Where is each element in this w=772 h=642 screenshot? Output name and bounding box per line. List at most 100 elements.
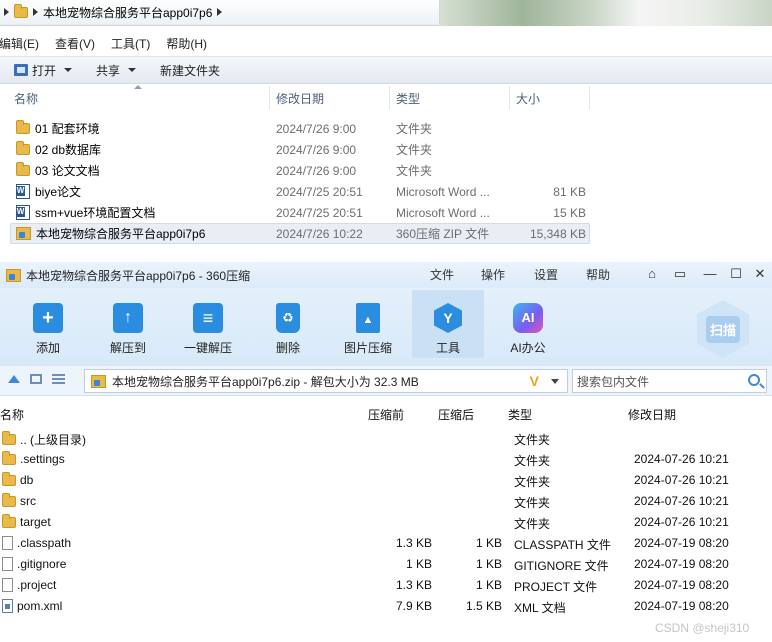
zip-entry-row[interactable]: .settings 文件夹 2024-07-26 10:21 [0,449,772,470]
minimize-icon[interactable]: — [703,267,717,281]
file-type: Microsoft Word ... [396,184,490,199]
scan-button[interactable]: 扫描 [697,300,749,358]
image-compress-button[interactable]: 图片压缩 [332,290,404,358]
file-row[interactable]: 01 配套环境 2024/7/26 9:00 文件夹 [10,118,590,139]
zip-menu-settings[interactable]: 设置 [534,266,558,283]
scan-label: 扫描 [705,315,740,343]
one-click-extract-button[interactable]: 一键解压 [172,290,244,358]
zip-window: 本地宠物综合服务平台app0i7p6 - 360压缩 文件 操作 设置 帮助 ⌂… [0,262,772,642]
zip-entry-row[interactable]: .gitignore 1 KB 1 KB GITIGNORE 文件 2024-0… [0,554,772,575]
chevron-down-icon [128,68,137,72]
col-size[interactable]: 大小 [510,86,590,110]
file-date: 2024/7/26 9:00 [276,121,357,136]
entry-after: 1 KB [475,557,502,571]
explorer-window: 本地宠物综合服务平台app0i7p6 编辑(E) 查看(V) 工具(T) 帮助(… [0,0,772,262]
entry-type: XML 文档 [514,601,566,615]
feedback-icon[interactable]: ▭ [673,267,687,281]
add-label: 添加 [35,341,60,355]
thumbnail-view-icon[interactable] [30,374,42,384]
menu-tools[interactable]: 工具(T) [111,35,158,52]
zip-entry-row[interactable]: .classpath 1.3 KB 1 KB CLASSPATH 文件 2024… [0,533,772,554]
zip-entry-row[interactable]: src 文件夹 2024-07-26 10:21 [0,491,772,512]
file-type: Microsoft Word ... [396,205,490,220]
file-row-selected[interactable]: 本地宠物综合服务平台app0i7p6 2024/7/26 10:22 360压缩… [10,223,590,244]
v-logo-icon[interactable]: V [530,373,539,389]
chevron-right-icon[interactable] [217,8,223,16]
word-doc-icon [16,184,30,199]
entry-name: .settings [20,452,65,466]
window-title: 本地宠物综合服务平台app0i7p6 - 360压缩 [26,268,251,283]
col-type-label: 类型 [396,91,421,106]
file-row[interactable]: biye论文 2024/7/25 20:51 Microsoft Word ..… [10,181,590,202]
address-box[interactable]: 本地宠物综合服务平台app0i7p6 [0,0,440,24]
up-arrow-icon[interactable] [8,375,20,383]
open-button[interactable]: 打开 [8,59,78,81]
maximize-icon[interactable]: ☐ [729,267,743,281]
image-compress-icon [356,303,380,333]
folder-icon [2,513,16,528]
file-type: 360压缩 ZIP 文件 [396,227,490,241]
zip-col-before[interactable]: 压缩前 [368,406,404,423]
file-row[interactable]: 03 论文文档 2024/7/26 9:00 文件夹 [10,160,590,181]
file-date: 2024/7/25 20:51 [276,205,363,220]
chevron-right-icon[interactable] [33,8,38,16]
close-icon[interactable]: ✕ [753,267,767,281]
zip-menu-file[interactable]: 文件 [430,266,454,283]
col-date[interactable]: 修改日期 [270,86,390,110]
col-type[interactable]: 类型 [390,86,510,110]
archive-path-box[interactable]: 本地宠物综合服务平台app0i7p6.zip - 解包大小为 32.3 MB V [84,369,568,393]
add-button[interactable]: 添加 [12,290,84,358]
zip-col-name[interactable]: 名称 [0,406,24,423]
chevron-right-icon[interactable] [4,8,9,16]
entry-type: PROJECT 文件 [514,580,598,594]
new-folder-button[interactable]: 新建文件夹 [154,59,226,81]
menu-view[interactable]: 查看(V) [55,35,103,52]
file-row[interactable]: 02 db数据库 2024/7/26 9:00 文件夹 [10,139,590,160]
skin-icon[interactable]: ⌂ [645,267,659,281]
zip-archive-icon [91,374,106,388]
chevron-down-icon[interactable] [551,379,559,384]
zip-menu-operate[interactable]: 操作 [481,266,505,283]
file-icon [2,578,13,592]
search-input[interactable]: 搜索包内文件 [572,369,767,393]
file-list: 01 配套环境 2024/7/26 9:00 文件夹 02 db数据库 2024… [10,118,590,244]
file-row[interactable]: ssm+vue环境配置文档 2024/7/25 20:51 Microsoft … [10,202,590,223]
file-name: 02 db数据库 [35,143,102,157]
zip-col-after[interactable]: 压缩后 [438,406,474,423]
list-view-icon[interactable] [52,374,65,384]
folder-icon [2,450,16,465]
entry-name: target [20,515,51,529]
zip-entry-row[interactable]: .. (上级目录) 文件夹 [0,428,772,449]
col-name[interactable]: 名称 [0,85,270,110]
file-date: 2024/7/26 10:22 [276,226,363,241]
address-path[interactable]: 本地宠物综合服务平台app0i7p6 [43,4,212,21]
zip-col-type[interactable]: 类型 [508,406,532,423]
ai-office-button[interactable]: AI办公 [492,290,564,358]
zip-col-date[interactable]: 修改日期 [628,406,676,423]
zip-entry-row[interactable]: .project 1.3 KB 1 KB PROJECT 文件 2024-07-… [0,575,772,596]
zip-entry-row[interactable]: db 文件夹 2024-07-26 10:21 [0,470,772,491]
entry-name: db [20,473,34,487]
folder-icon [2,471,16,486]
delete-button[interactable]: 删除 [252,290,324,358]
col-name-label: 名称 [14,91,39,106]
file-date: 2024/7/26 9:00 [276,142,357,157]
file-date: 2024/7/26 9:00 [276,163,357,178]
zip-entry-row[interactable]: target 文件夹 2024-07-26 10:21 [0,512,772,533]
entry-name: .project [17,578,57,592]
file-size: 15,348 KB [529,226,586,241]
menu-edit[interactable]: 编辑(E) [0,35,47,52]
tools-button[interactable]: 工具 [412,290,484,358]
menu-bar: 编辑(E) 查看(V) 工具(T) 帮助(H) [0,33,223,53]
zip-entry-row[interactable]: pom.xml 7.9 KB 1.5 KB XML 文档 2024-07-19 … [0,596,772,617]
search-icon[interactable] [748,374,760,386]
share-button[interactable]: 共享 [90,59,142,81]
file-type: 文件夹 [396,143,433,157]
folder-icon [2,492,16,507]
zip-menu-help[interactable]: 帮助 [586,266,610,283]
tools-label: 工具 [435,341,460,355]
file-name: ssm+vue环境配置文档 [35,206,156,220]
menu-help[interactable]: 帮助(H) [166,35,215,52]
extract-to-button[interactable]: 解压到 [92,290,164,358]
watermark-text: CSDN @sheji310 [655,621,750,635]
